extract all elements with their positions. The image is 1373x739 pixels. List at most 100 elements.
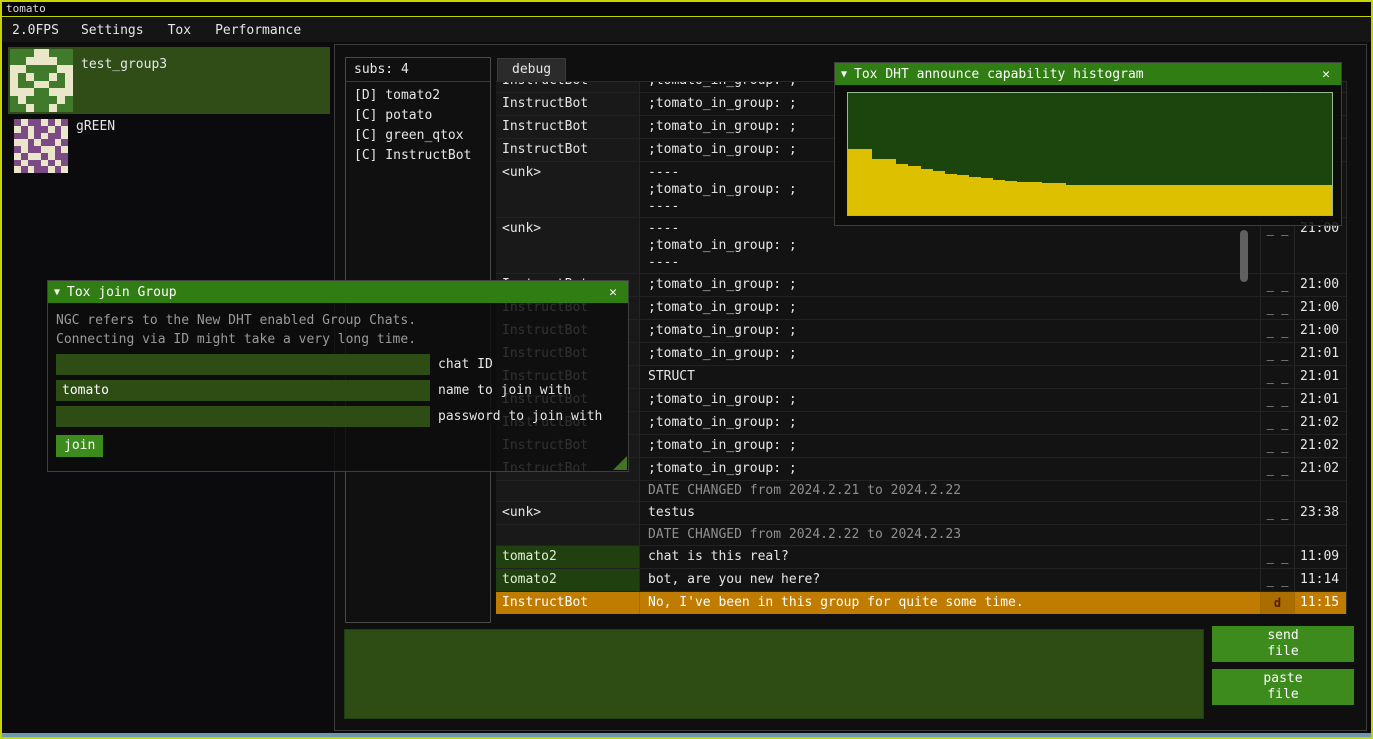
member-list: [D] tomato2[C] potato[C] green_qtox[C] I… (346, 86, 490, 166)
group-item-test_group3[interactable]: test_group3 (8, 47, 330, 114)
message-flags: _ _ (1260, 343, 1294, 365)
tab-debug[interactable]: debug (497, 58, 566, 81)
date-separator-row[interactable]: DATE CHANGED from 2024.2.22 to 2024.2.23 (496, 525, 1346, 546)
message-row[interactable]: <unk>testus_ _23:38 (496, 502, 1346, 525)
menubar-menus: SettingsToxPerformance (69, 23, 313, 38)
window-title: tomato (6, 2, 46, 15)
message-scrollbar[interactable] (1240, 230, 1248, 282)
resize-grip[interactable] (613, 456, 627, 470)
histogram-plot[interactable] (847, 92, 1333, 216)
message-flags: _ _ (1260, 274, 1294, 296)
date-separator-row[interactable]: DATE CHANGED from 2024.2.21 to 2024.2.22 (496, 481, 1346, 502)
histogram-bar (957, 175, 969, 215)
message-time: 21:02 (1294, 412, 1346, 434)
join-field-name[interactable] (56, 380, 430, 401)
ngc-info-line-2: Connecting via ID might take a very long… (56, 330, 620, 349)
join-field-row: chat ID (56, 354, 620, 375)
message-input[interactable] (344, 629, 1204, 719)
app-window: tomato 2.0FPS SettingsToxPerformance tes… (0, 0, 1373, 739)
histogram-bar (1114, 185, 1126, 216)
histogram-bar (1223, 185, 1235, 216)
join-field-label: password to join with (438, 409, 602, 424)
member-item[interactable]: [D] tomato2 (346, 86, 490, 106)
histogram-bar (908, 166, 920, 215)
message-text: ----;tomato_in_group: ;---- (639, 218, 1260, 273)
histogram-bar (884, 159, 896, 215)
message-row[interactable]: tomato2bot, are you new here?_ _11:14 (496, 569, 1346, 592)
message-time: 21:00 (1294, 297, 1346, 319)
histogram-bar (1247, 185, 1259, 216)
member-item[interactable]: [C] potato (346, 106, 490, 126)
message-row[interactable]: tomato2chat is this real?_ _11:09 (496, 546, 1346, 569)
message-text: chat is this real? (639, 546, 1260, 568)
message-flags: d (1260, 592, 1294, 614)
dht-histogram-window: ▼ Tox DHT announce capability histogram … (835, 63, 1341, 225)
message-flags (1260, 525, 1294, 545)
message-time: 21:01 (1294, 366, 1346, 388)
group-item-gREEN[interactable]: gREEN (8, 115, 330, 175)
histogram-bar (1259, 185, 1271, 216)
group-name: test_group3 (81, 57, 167, 72)
join-group-dialog: ▼ Tox join Group ✕ NGC refers to the New… (48, 281, 628, 471)
join-group-title: Tox join Group (67, 285, 597, 300)
chat-tabbar: debug (497, 58, 566, 81)
histogram-bar (993, 180, 1005, 215)
message-flags: _ _ (1260, 320, 1294, 342)
message-time: 11:15 (1294, 592, 1346, 614)
message-author: InstructBot (496, 93, 639, 115)
histogram-bar (1029, 182, 1041, 215)
message-flags: _ _ (1260, 546, 1294, 568)
histogram-bar (1187, 185, 1199, 216)
menu-item-tox[interactable]: Tox (156, 23, 203, 38)
join-group-titlebar[interactable]: ▼ Tox join Group ✕ (48, 281, 628, 303)
message-flags: _ _ (1260, 569, 1294, 591)
member-item[interactable]: [C] green_qtox (346, 126, 490, 146)
send-file-button[interactable]: sendfile (1212, 626, 1354, 662)
close-icon[interactable]: ✕ (604, 285, 622, 300)
message-time: 21:02 (1294, 458, 1346, 480)
member-item[interactable]: [C] InstructBot (346, 146, 490, 166)
message-flags: _ _ (1260, 502, 1294, 524)
group-avatar-icon (10, 49, 73, 112)
message-row[interactable]: <unk>----;tomato_in_group: ;----_ _21:00 (496, 218, 1346, 274)
close-icon[interactable]: ✕ (1317, 67, 1335, 82)
message-time: 11:09 (1294, 546, 1346, 568)
message-author: tomato2 (496, 546, 639, 568)
histogram-bar (896, 164, 908, 215)
message-time: 21:00 (1294, 218, 1346, 273)
dht-histogram-titlebar[interactable]: ▼ Tox DHT announce capability histogram … (835, 63, 1341, 85)
message-time: 21:01 (1294, 389, 1346, 411)
window-titlebar: tomato (2, 2, 1371, 17)
message-row[interactable]: InstructBotNo, I've been in this group f… (496, 592, 1346, 614)
paste-file-button[interactable]: pastefile (1212, 669, 1354, 705)
join-field-label: name to join with (438, 383, 571, 398)
menu-item-settings[interactable]: Settings (69, 23, 156, 38)
message-author: InstructBot (496, 139, 639, 161)
message-time (1294, 525, 1346, 545)
histogram-bar (969, 177, 981, 215)
message-author: InstructBot (496, 592, 639, 614)
send-file-button-label-line: send (1267, 628, 1298, 644)
date-separator-text: DATE CHANGED from 2024.2.22 to 2024.2.23 (639, 525, 1260, 545)
histogram-bar (1320, 185, 1332, 216)
join-field-password[interactable] (56, 406, 430, 427)
collapse-arrow-icon[interactable]: ▼ (841, 69, 847, 80)
window-bottom-edge (2, 733, 1371, 737)
histogram-bar (1066, 185, 1078, 216)
join-button[interactable]: join (56, 435, 103, 457)
histogram-bar (981, 178, 993, 215)
menu-item-performance[interactable]: Performance (203, 23, 313, 38)
histogram-bar (1211, 185, 1223, 216)
message-time (1294, 481, 1346, 501)
join-fields: chat ID name to join with password to join… (56, 354, 620, 427)
dht-histogram-title: Tox DHT announce capability histogram (854, 67, 1310, 82)
menubar: 2.0FPS SettingsToxPerformance (2, 18, 1371, 42)
message-text: STRUCT (639, 366, 1260, 388)
histogram-bar (945, 174, 957, 215)
collapse-arrow-icon[interactable]: ▼ (54, 287, 60, 298)
join-group-body: NGC refers to the New DHT enabled Group … (48, 303, 628, 471)
histogram-bar (1042, 183, 1054, 215)
join-field-chat-id[interactable] (56, 354, 430, 375)
message-flags: _ _ (1260, 458, 1294, 480)
message-author: <unk> (496, 218, 639, 273)
